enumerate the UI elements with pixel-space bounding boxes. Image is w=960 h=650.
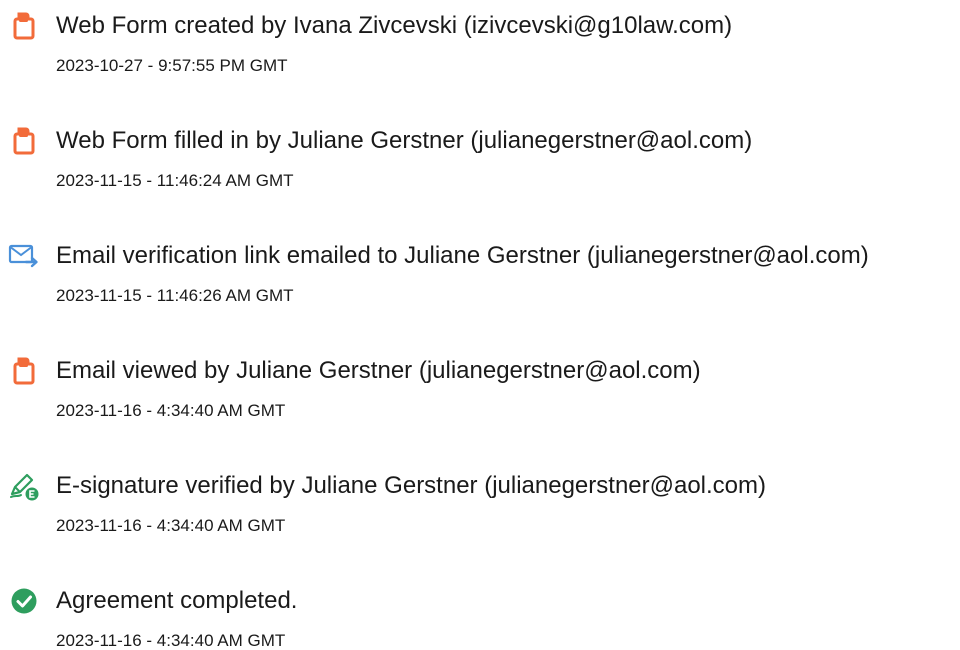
event-timestamp: 2023-10-27 - 9:57:55 PM GMT — [56, 56, 288, 75]
event-timestamp: 2023-11-16 - 4:34:40 AM GMT — [56, 516, 286, 535]
event-timestamp: 2023-11-15 - 11:46:24 AM GMT — [56, 171, 294, 190]
event-description: Web Form filled in by Juliane Gerstner (… — [56, 127, 753, 154]
event-timestamp: 2023-11-15 - 11:46:26 AM GMT — [56, 286, 294, 305]
event-timestamp: 2023-11-16 - 4:34:40 AM GMT — [56, 401, 286, 420]
event-row: E-signature verified by Juliane Gerstner… — [0, 470, 960, 560]
pen-verified-icon — [8, 470, 40, 502]
event-row: Agreement completed. 2023-11-16 - 4:34:4… — [0, 585, 960, 650]
event-row: Email viewed by Juliane Gerstner (julian… — [0, 355, 960, 445]
email-forward-icon — [8, 240, 40, 272]
check-circle-icon — [8, 585, 40, 617]
document-icon — [8, 10, 40, 42]
event-description: Email verification link emailed to Julia… — [56, 242, 869, 269]
event-timestamp: 2023-11-16 - 4:34:40 AM GMT — [56, 631, 286, 650]
event-description: Agreement completed. — [56, 587, 298, 614]
event-description: E-signature verified by Juliane Gerstner… — [56, 472, 767, 499]
event-description: Web Form created by Ivana Zivcevski (izi… — [56, 12, 733, 39]
event-row: Web Form created by Ivana Zivcevski (izi… — [0, 10, 960, 100]
event-row: Email verification link emailed to Julia… — [0, 240, 960, 330]
document-icon — [8, 355, 40, 387]
event-description: Email viewed by Juliane Gerstner (julian… — [56, 357, 701, 384]
document-icon — [8, 125, 40, 157]
event-row: Web Form filled in by Juliane Gerstner (… — [0, 125, 960, 215]
